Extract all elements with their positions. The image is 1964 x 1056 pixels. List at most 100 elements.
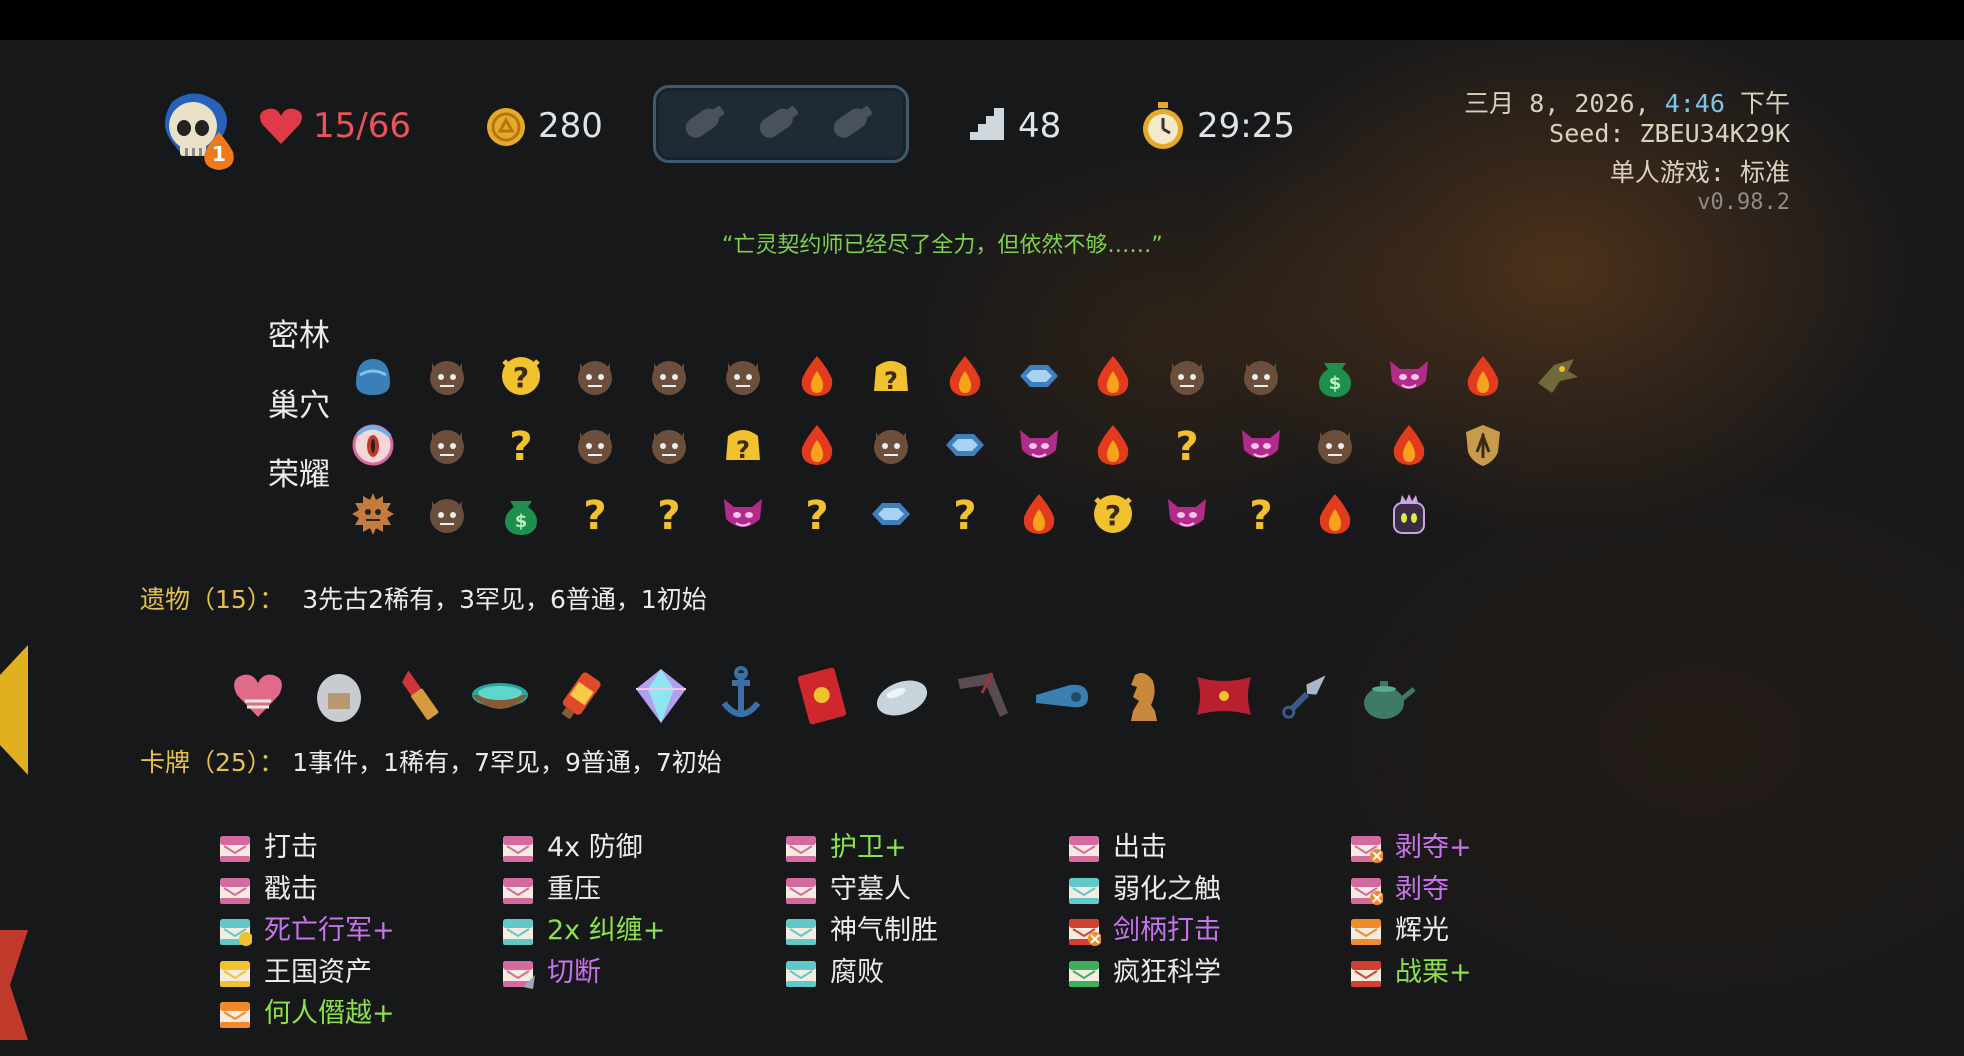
map-node-elite-icon[interactable] — [720, 491, 766, 537]
map-node-unknown-icon[interactable]: ? — [1164, 422, 1210, 470]
card-type-icon — [1067, 917, 1102, 947]
slime-boss-icon[interactable] — [350, 353, 396, 399]
cards-summary: 1事件，1稀有，7罕见，9普通，7初始 — [292, 748, 722, 777]
map-node-monster-icon[interactable] — [868, 422, 914, 468]
map-node-elite-icon[interactable] — [1238, 422, 1284, 468]
back-arrow-icon[interactable] — [0, 645, 30, 779]
boomerang-icon[interactable] — [952, 665, 1014, 727]
deaths-count: 1 — [212, 142, 226, 166]
map-node-boss-vulture-icon[interactable] — [1534, 353, 1580, 399]
chess-knight-icon[interactable] — [1113, 665, 1175, 727]
svg-text:?: ? — [884, 367, 898, 395]
map-node-monster-icon[interactable] — [424, 422, 470, 468]
map-node-rest-icon[interactable] — [1386, 422, 1432, 468]
map-node-rest-icon[interactable] — [794, 353, 840, 399]
map-node-unknown-icon[interactable]: ? — [942, 491, 988, 539]
gold-coin-icon — [485, 106, 527, 152]
run-seed[interactable]: Seed: ZBEU34K29K — [1549, 119, 1790, 148]
floor-stairs-icon — [968, 106, 1006, 148]
heart-icon — [258, 106, 304, 150]
map-node-treasure-icon[interactable] — [1016, 353, 1062, 399]
map-node-elite-icon[interactable] — [1164, 491, 1210, 537]
map-node-monster-icon[interactable] — [646, 353, 692, 399]
card-name: 护卫+ — [830, 832, 907, 863]
act-label-2: 巢穴 — [268, 388, 330, 424]
map-node-unknown-elite-icon[interactable]: ? — [1090, 491, 1136, 537]
map-node-unknown-icon[interactable]: ? — [794, 491, 840, 539]
card-type-icon — [1349, 834, 1384, 864]
map-node-merchant-icon[interactable]: $ — [1312, 353, 1358, 399]
card-type-icon — [501, 917, 535, 947]
map-node-monster-icon[interactable] — [572, 353, 618, 399]
map-node-boss-queen-icon[interactable] — [1386, 491, 1432, 537]
fuzzy-boss-icon[interactable] — [350, 491, 396, 537]
map-node-unknown-shop-icon[interactable]: ? — [868, 353, 914, 399]
map-node-elite-icon[interactable] — [1386, 353, 1432, 399]
card-name: 辉光 — [1395, 915, 1449, 946]
card-name: 剑柄打击 — [1113, 915, 1221, 946]
map-node-rest-icon[interactable] — [794, 422, 840, 468]
map-node-monster-icon[interactable] — [1238, 353, 1284, 399]
map-node-treasure-icon[interactable] — [942, 422, 988, 468]
map-node-monster-icon[interactable] — [646, 422, 692, 468]
svg-text:?: ? — [583, 493, 606, 537]
bowl-icon[interactable] — [469, 665, 531, 727]
empty-potion-icon[interactable] — [678, 104, 730, 140]
hp-value: 15/66 — [313, 106, 411, 146]
svg-text:?: ? — [805, 493, 828, 537]
card-name: 王国资产 — [264, 956, 372, 988]
map-node-unknown-icon[interactable]: ? — [498, 422, 544, 470]
svg-text:$: $ — [1329, 373, 1342, 394]
map-node-unknown-elite-icon[interactable]: ? — [498, 353, 544, 399]
eye-boss-icon[interactable] — [350, 422, 396, 468]
lipstick-icon[interactable] — [388, 665, 450, 727]
card-type-icon — [1067, 959, 1101, 989]
map-node-monster-icon[interactable] — [1164, 353, 1210, 399]
map-node-merchant-icon[interactable]: $ — [498, 491, 544, 537]
map-node-unknown-shop-icon[interactable]: ? — [720, 422, 766, 468]
close-x-icon[interactable] — [0, 930, 30, 1044]
run-history-screen: 1 15/66 280 48 29:25 三月 8, 2026, 4:46 下午… — [0, 40, 1964, 1056]
prism-icon[interactable] — [630, 665, 692, 727]
whistle-icon[interactable] — [1032, 665, 1094, 727]
map-node-boss-shield-icon[interactable] — [1460, 422, 1506, 468]
gold-value: 280 — [538, 106, 603, 146]
map-node-unknown-icon[interactable]: ? — [572, 491, 618, 539]
bone-heart-icon[interactable] — [227, 665, 289, 727]
kunai-icon[interactable] — [1274, 665, 1336, 727]
card-name: 切断 — [547, 956, 601, 988]
stone-icon[interactable] — [871, 665, 933, 727]
map-node-rest-icon[interactable] — [1090, 353, 1136, 399]
run-mode: 单人游戏: 标准 — [1609, 158, 1790, 187]
empty-potion-icon[interactable] — [826, 104, 878, 140]
svg-text:?: ? — [1175, 424, 1198, 468]
card-name: 腐败 — [830, 956, 884, 988]
map-node-rest-icon[interactable] — [1016, 491, 1062, 537]
teapot-icon[interactable] — [1354, 665, 1416, 727]
svg-text:?: ? — [1249, 493, 1272, 537]
anchor-icon[interactable] — [710, 665, 772, 727]
map-node-treasure-icon[interactable] — [868, 491, 914, 537]
map-node-unknown-icon[interactable]: ? — [1238, 491, 1284, 539]
card-name: 打击 — [264, 832, 318, 863]
death-quote: “亡灵契约师已经尽了全力，但依然不够……” — [722, 233, 1163, 258]
map-node-monster-icon[interactable] — [720, 353, 766, 399]
map-node-rest-icon[interactable] — [942, 353, 988, 399]
map-node-monster-icon[interactable] — [1312, 422, 1358, 468]
date-prefix: 三月 8, 2026, — [1464, 89, 1650, 118]
map-node-rest-icon[interactable] — [1312, 491, 1358, 537]
map-node-rest-icon[interactable] — [1090, 422, 1136, 468]
map-node-monster-icon[interactable] — [424, 353, 470, 399]
empty-potion-icon[interactable] — [752, 104, 804, 140]
map-node-monster-icon[interactable] — [572, 422, 618, 468]
red-envelope-icon[interactable] — [791, 665, 853, 727]
map-node-rest-icon[interactable] — [1460, 353, 1506, 399]
map-node-unknown-icon[interactable]: ? — [646, 491, 692, 539]
map-node-elite-icon[interactable] — [1016, 422, 1062, 468]
jar-icon[interactable] — [308, 665, 370, 727]
card-type-icon — [1067, 834, 1101, 864]
map-node-monster-icon[interactable] — [424, 491, 470, 537]
pillow-icon[interactable] — [1193, 665, 1255, 727]
lantern-icon[interactable] — [549, 665, 611, 727]
card-type-icon — [501, 959, 535, 989]
